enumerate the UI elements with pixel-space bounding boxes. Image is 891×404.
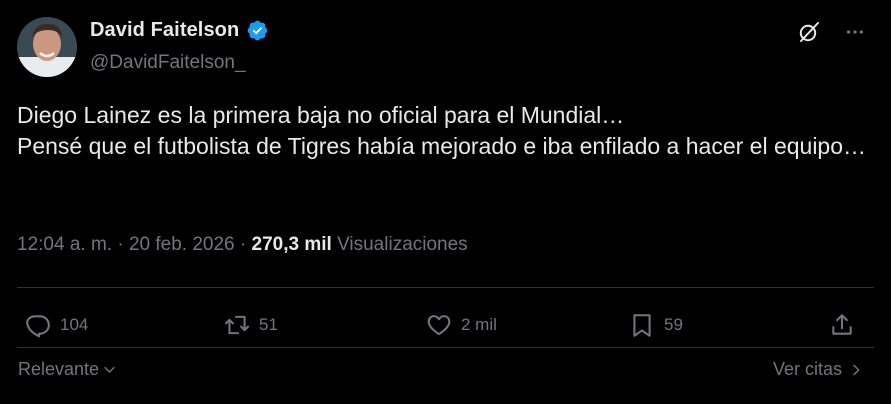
- heart-icon: [427, 315, 451, 336]
- author-handle[interactable]: @DavidFaitelson_: [90, 52, 246, 74]
- views-label[interactable]: Visualizaciones: [337, 234, 468, 255]
- repost-icon: [224, 315, 250, 335]
- reply-count: 104: [60, 315, 89, 334]
- tweet-text: Diego Lainez es la primera baja no ofici…: [17, 100, 877, 162]
- chevron-right-icon: [853, 364, 860, 375]
- like-button[interactable]: 2 mil: [426, 305, 497, 345]
- tweet-detail: David Faitelson @DavidFaitelson_ Diego L…: [0, 0, 891, 404]
- sort-label: Relevante: [18, 359, 100, 379]
- repost-count: 51: [259, 315, 278, 334]
- avatar[interactable]: [17, 17, 77, 77]
- like-count: 2 mil: [461, 315, 497, 334]
- reply-button[interactable]: 104: [25, 305, 88, 345]
- tweet-text-line-1: Diego Lainez es la primera baja no ofici…: [17, 102, 625, 128]
- bookmark-button[interactable]: 59: [629, 305, 683, 345]
- author-name-row: David Faitelson: [90, 19, 269, 42]
- view-quotes-label: Ver citas: [772, 359, 842, 379]
- view-quotes-link[interactable]: Ver citas: [773, 359, 864, 380]
- share-button[interactable]: [829, 305, 855, 345]
- avatar-image: [17, 17, 77, 77]
- meta-separator: ·: [112, 234, 129, 255]
- verified-badge-icon[interactable]: [246, 19, 269, 42]
- bookmark-count: 59: [664, 315, 683, 334]
- repost-button[interactable]: 51: [224, 305, 278, 345]
- more-icon[interactable]: [843, 20, 867, 44]
- sort-dropdown[interactable]: Relevante: [18, 359, 117, 380]
- action-bar: 104 51 2 mil 59: [0, 305, 891, 345]
- tweet-date[interactable]: 20 feb. 2026: [129, 234, 235, 255]
- reply-icon: [26, 315, 50, 338]
- grok-icon[interactable]: [797, 20, 821, 44]
- meta-separator: ·: [234, 234, 252, 255]
- chevron-down-icon: [104, 366, 115, 373]
- author-display-name[interactable]: David Faitelson: [90, 19, 239, 42]
- divider: [17, 287, 874, 288]
- bookmark-icon: [633, 314, 651, 337]
- tweet-time[interactable]: 12:04 a. m.: [17, 234, 112, 255]
- divider: [17, 347, 874, 348]
- top-actions: [797, 20, 867, 44]
- share-icon: [832, 314, 852, 335]
- tweet-meta: 12:04 a. m. · 20 feb. 2026 · 270,3 mil V…: [17, 234, 468, 256]
- tweet-text-line-2: Pensé que el futbolista de Tigres había …: [17, 133, 867, 159]
- views-count[interactable]: 270,3 mil: [252, 234, 332, 255]
